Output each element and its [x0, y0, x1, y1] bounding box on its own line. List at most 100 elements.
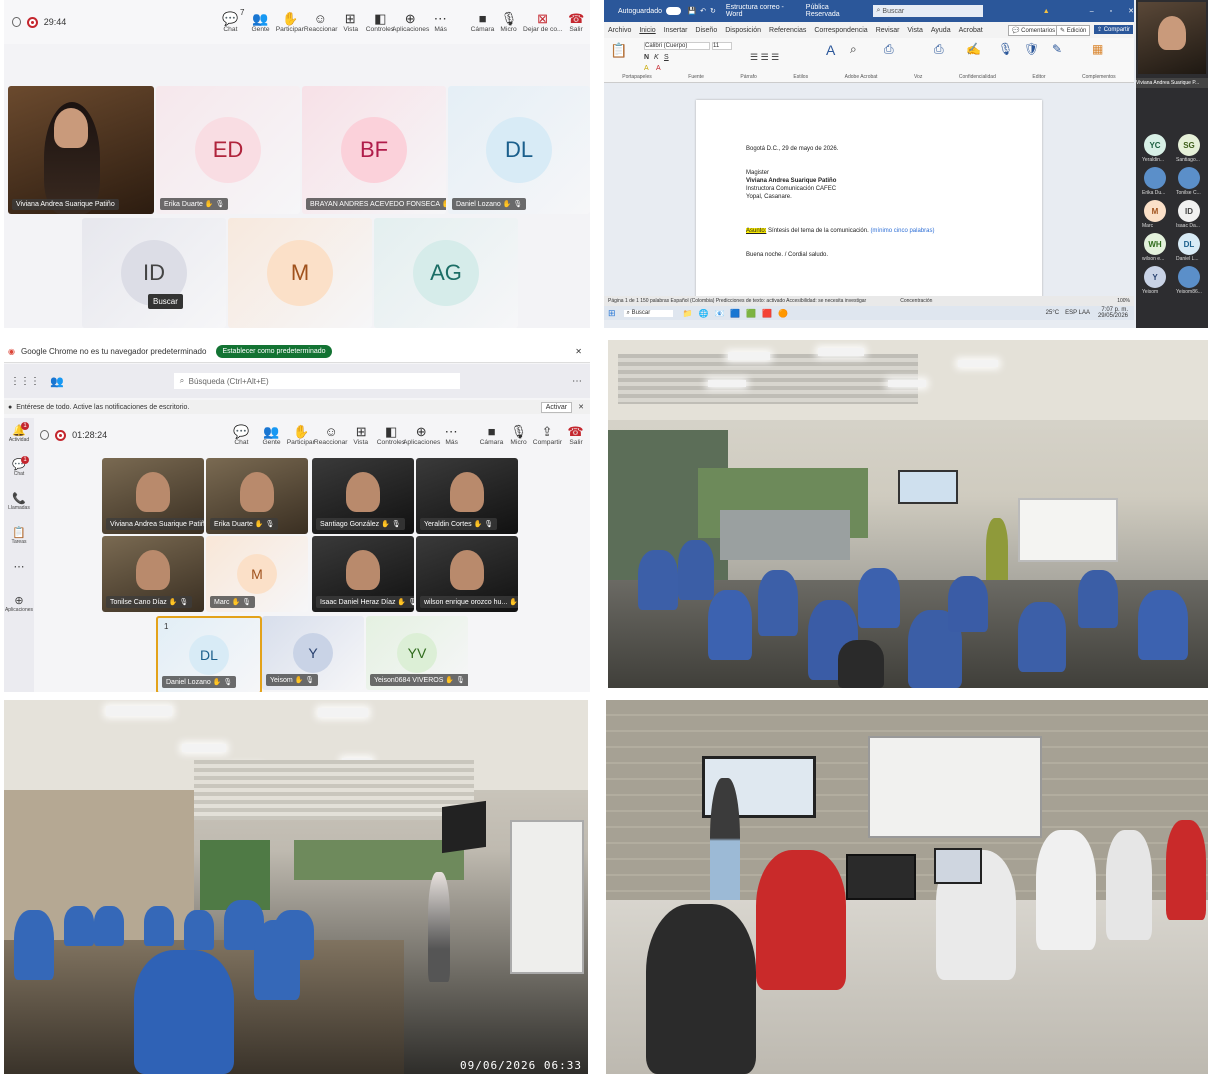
- participant-tile[interactable]: ED Erika Duarte ✋ 🎙: [156, 86, 300, 214]
- editing-button[interactable]: ✎ Edición: [1056, 25, 1091, 36]
- paste-icon[interactable]: 📋: [610, 42, 627, 59]
- menu-referencias[interactable]: Referencias: [769, 27, 806, 34]
- menu-insertar[interactable]: Insertar: [664, 27, 688, 34]
- more-icon[interactable]: ⋯: [572, 376, 582, 387]
- participar-button[interactable]: ✋ Participar: [276, 11, 304, 33]
- camera-button[interactable]: ■ Cámara: [470, 11, 495, 33]
- participant-tile[interactable]: DL Daniel Lozano ✋ 🎙: [448, 86, 590, 214]
- participant-tile[interactable]: M: [228, 218, 372, 328]
- side-participant-avatar[interactable]: WH: [1144, 233, 1166, 255]
- windows-start-icon[interactable]: ⊞: [608, 308, 616, 319]
- menu-archivo[interactable]: Archivo: [608, 27, 631, 34]
- mic-button[interactable]: 🎙 Micro: [506, 424, 531, 446]
- participant-tile[interactable]: M Marc ✋ 🎙: [206, 536, 308, 612]
- rail-item[interactable]: ⋯: [4, 560, 34, 573]
- save-icon[interactable]: 💾: [687, 7, 696, 15]
- autosave-toggle[interactable]: [665, 7, 682, 15]
- menu-disposición[interactable]: Disposición: [725, 27, 761, 34]
- share-button[interactable]: ⇪ Compartir: [1094, 25, 1134, 34]
- participant-tile[interactable]: Viviana Andrea Suarique Patiño: [8, 86, 154, 214]
- participant-tile[interactable]: BF BRAYAN ANDRES ACEVEDO FONSECA ✋ 🎙: [302, 86, 446, 214]
- app-grid-icon[interactable]: ⋮⋮⋮: [10, 376, 40, 387]
- side-participant-avatar[interactable]: M: [1144, 200, 1166, 222]
- side-participant-avatar[interactable]: YC: [1144, 134, 1166, 156]
- bold-icon[interactable]: N: [644, 54, 649, 61]
- undo-icon[interactable]: ↶: [700, 7, 706, 15]
- leave-button[interactable]: ☎ Salir: [565, 11, 588, 33]
- participant-tile[interactable]: YV Yeison0684 VIVEROS ✋ 🎙: [366, 616, 468, 690]
- menu-diseño[interactable]: Diseño: [695, 27, 717, 34]
- participant-tile[interactable]: ID Buscar: [82, 218, 226, 328]
- activate-button[interactable]: Activar: [540, 401, 573, 413]
- sensitivity-icon[interactable]: 🛡: [1024, 42, 1039, 56]
- leave-button[interactable]: ☎ Salir: [563, 424, 588, 446]
- teams-search-input[interactable]: ⌕ Búsqueda (Ctrl+Alt+E): [173, 373, 460, 389]
- italic-icon[interactable]: K: [654, 54, 659, 61]
- participant-tile[interactable]: DL 1 Daniel Lozano ✋ 🎙: [156, 616, 262, 692]
- vista-button[interactable]: ⊞ Vista: [336, 11, 364, 33]
- sign-icon[interactable]: ✍: [966, 42, 981, 56]
- participant-tile[interactable]: Santiago González ✋ 🎙: [312, 458, 414, 534]
- underline-icon[interactable]: S: [664, 54, 669, 61]
- share-button[interactable]: ⇪ Compartir: [532, 424, 561, 446]
- participant-tile[interactable]: Tonilse Cano Díaz ✋ 🎙: [102, 536, 204, 612]
- participant-tile[interactable]: Erika Duarte ✋ 🎙: [206, 458, 308, 534]
- styles-icon[interactable]: A: [826, 42, 835, 58]
- participant-tile[interactable]: Viviana Andrea Suarique Patiño ✋ 🎙: [102, 458, 204, 534]
- aplicaciones-button[interactable]: ⊕ Aplicaciones: [402, 424, 439, 446]
- participant-tile[interactable]: Y Yeisom ✋ 🎙: [262, 616, 364, 690]
- controles-button[interactable]: ◧ Controles: [377, 424, 405, 446]
- highlight-icon[interactable]: A: [644, 65, 649, 72]
- participar-button[interactable]: ✋ Participar: [287, 424, 315, 446]
- menu-acrobat[interactable]: Acrobat: [959, 27, 983, 34]
- mic-button[interactable]: 🎙 Micro: [497, 11, 520, 33]
- menu-revisar[interactable]: Revisar: [876, 27, 900, 34]
- maximize-icon[interactable]: ▫: [1110, 8, 1112, 15]
- participant-tile[interactable]: Yeraldin Cortes ✋ 🎙: [416, 458, 518, 534]
- side-participant-avatar[interactable]: ID: [1178, 200, 1200, 222]
- font-size-select[interactable]: 11: [712, 42, 732, 50]
- participant-tile[interactable]: Isaac Daniel Heraz Díaz ✋ 🎙: [312, 536, 414, 612]
- rail-item[interactable]: 🔔 1 Actividad: [4, 422, 34, 443]
- close-icon[interactable]: ✕: [1128, 7, 1134, 15]
- rail-item[interactable]: ⊕ Aplicaciones: [4, 594, 34, 613]
- reaccionar-button[interactable]: ☺ Reaccionar: [314, 424, 348, 446]
- find-icon[interactable]: ⌕: [850, 42, 857, 57]
- taskbar-apps[interactable]: 📁🌐📧🟦🟩🟥🟠: [683, 309, 795, 318]
- gente-button[interactable]: 👥 Gente: [246, 11, 274, 33]
- camera-button[interactable]: ■ Cámara: [479, 424, 504, 446]
- chat-button[interactable]: 💬 Chat: [227, 424, 255, 446]
- reaccionar-button[interactable]: ☺ Reaccionar: [303, 11, 337, 33]
- side-participant-avatar[interactable]: SG: [1178, 134, 1200, 156]
- controles-button[interactable]: ◧ Controles: [366, 11, 394, 33]
- menu-ayuda[interactable]: Ayuda: [931, 27, 951, 34]
- editor-icon[interactable]: ✎: [1052, 42, 1062, 56]
- aplicaciones-button[interactable]: ⊕ Aplicaciones: [392, 11, 429, 33]
- side-participant-avatar[interactable]: DL: [1178, 233, 1200, 255]
- vista-button[interactable]: ⊞ Vista: [347, 424, 375, 446]
- set-default-button[interactable]: Establecer como predeterminado: [216, 344, 332, 358]
- font-color-icon[interactable]: A: [656, 65, 661, 72]
- dictate-icon[interactable]: 🎙: [998, 42, 1013, 56]
- taskbar-search[interactable]: ⌕ Buscar: [623, 309, 673, 317]
- align-icon[interactable]: ☰ ☰ ☰: [750, 52, 779, 63]
- addins-icon[interactable]: ▦: [1092, 42, 1103, 56]
- comments-button[interactable]: 💬 Comentarios: [1008, 25, 1060, 36]
- presenter-video[interactable]: [1138, 2, 1206, 74]
- participant-tile[interactable]: wilson enrique orozco hu... ✋ 🎙: [416, 536, 518, 612]
- close-icon[interactable]: ✕: [575, 347, 582, 356]
- side-participant-avatar-icon[interactable]: [1178, 266, 1200, 288]
- m-s-button[interactable]: ⋯ Más: [426, 11, 454, 33]
- participant-tile[interactable]: AG: [374, 218, 518, 328]
- pdf-icon[interactable]: ⎙: [884, 42, 894, 57]
- side-participant-avatar-icon[interactable]: [1144, 167, 1166, 189]
- rail-item[interactable]: 💬 1 Chat: [4, 456, 34, 477]
- rail-item[interactable]: 📋 Tareas: [4, 526, 34, 545]
- word-search-box[interactable]: ⌕ Buscar: [872, 5, 983, 17]
- menu-correspondencia[interactable]: Correspondencia: [814, 27, 867, 34]
- font-name-select[interactable]: Calibri (Cuerpo): [644, 42, 710, 50]
- side-participant-avatar[interactable]: Y: [1144, 266, 1166, 288]
- side-participant-avatar-icon[interactable]: [1178, 167, 1200, 189]
- stop-sharing-button[interactable]: ⊠ Dejar de co...: [523, 11, 563, 33]
- zoom-level[interactable]: 100%: [1117, 298, 1130, 304]
